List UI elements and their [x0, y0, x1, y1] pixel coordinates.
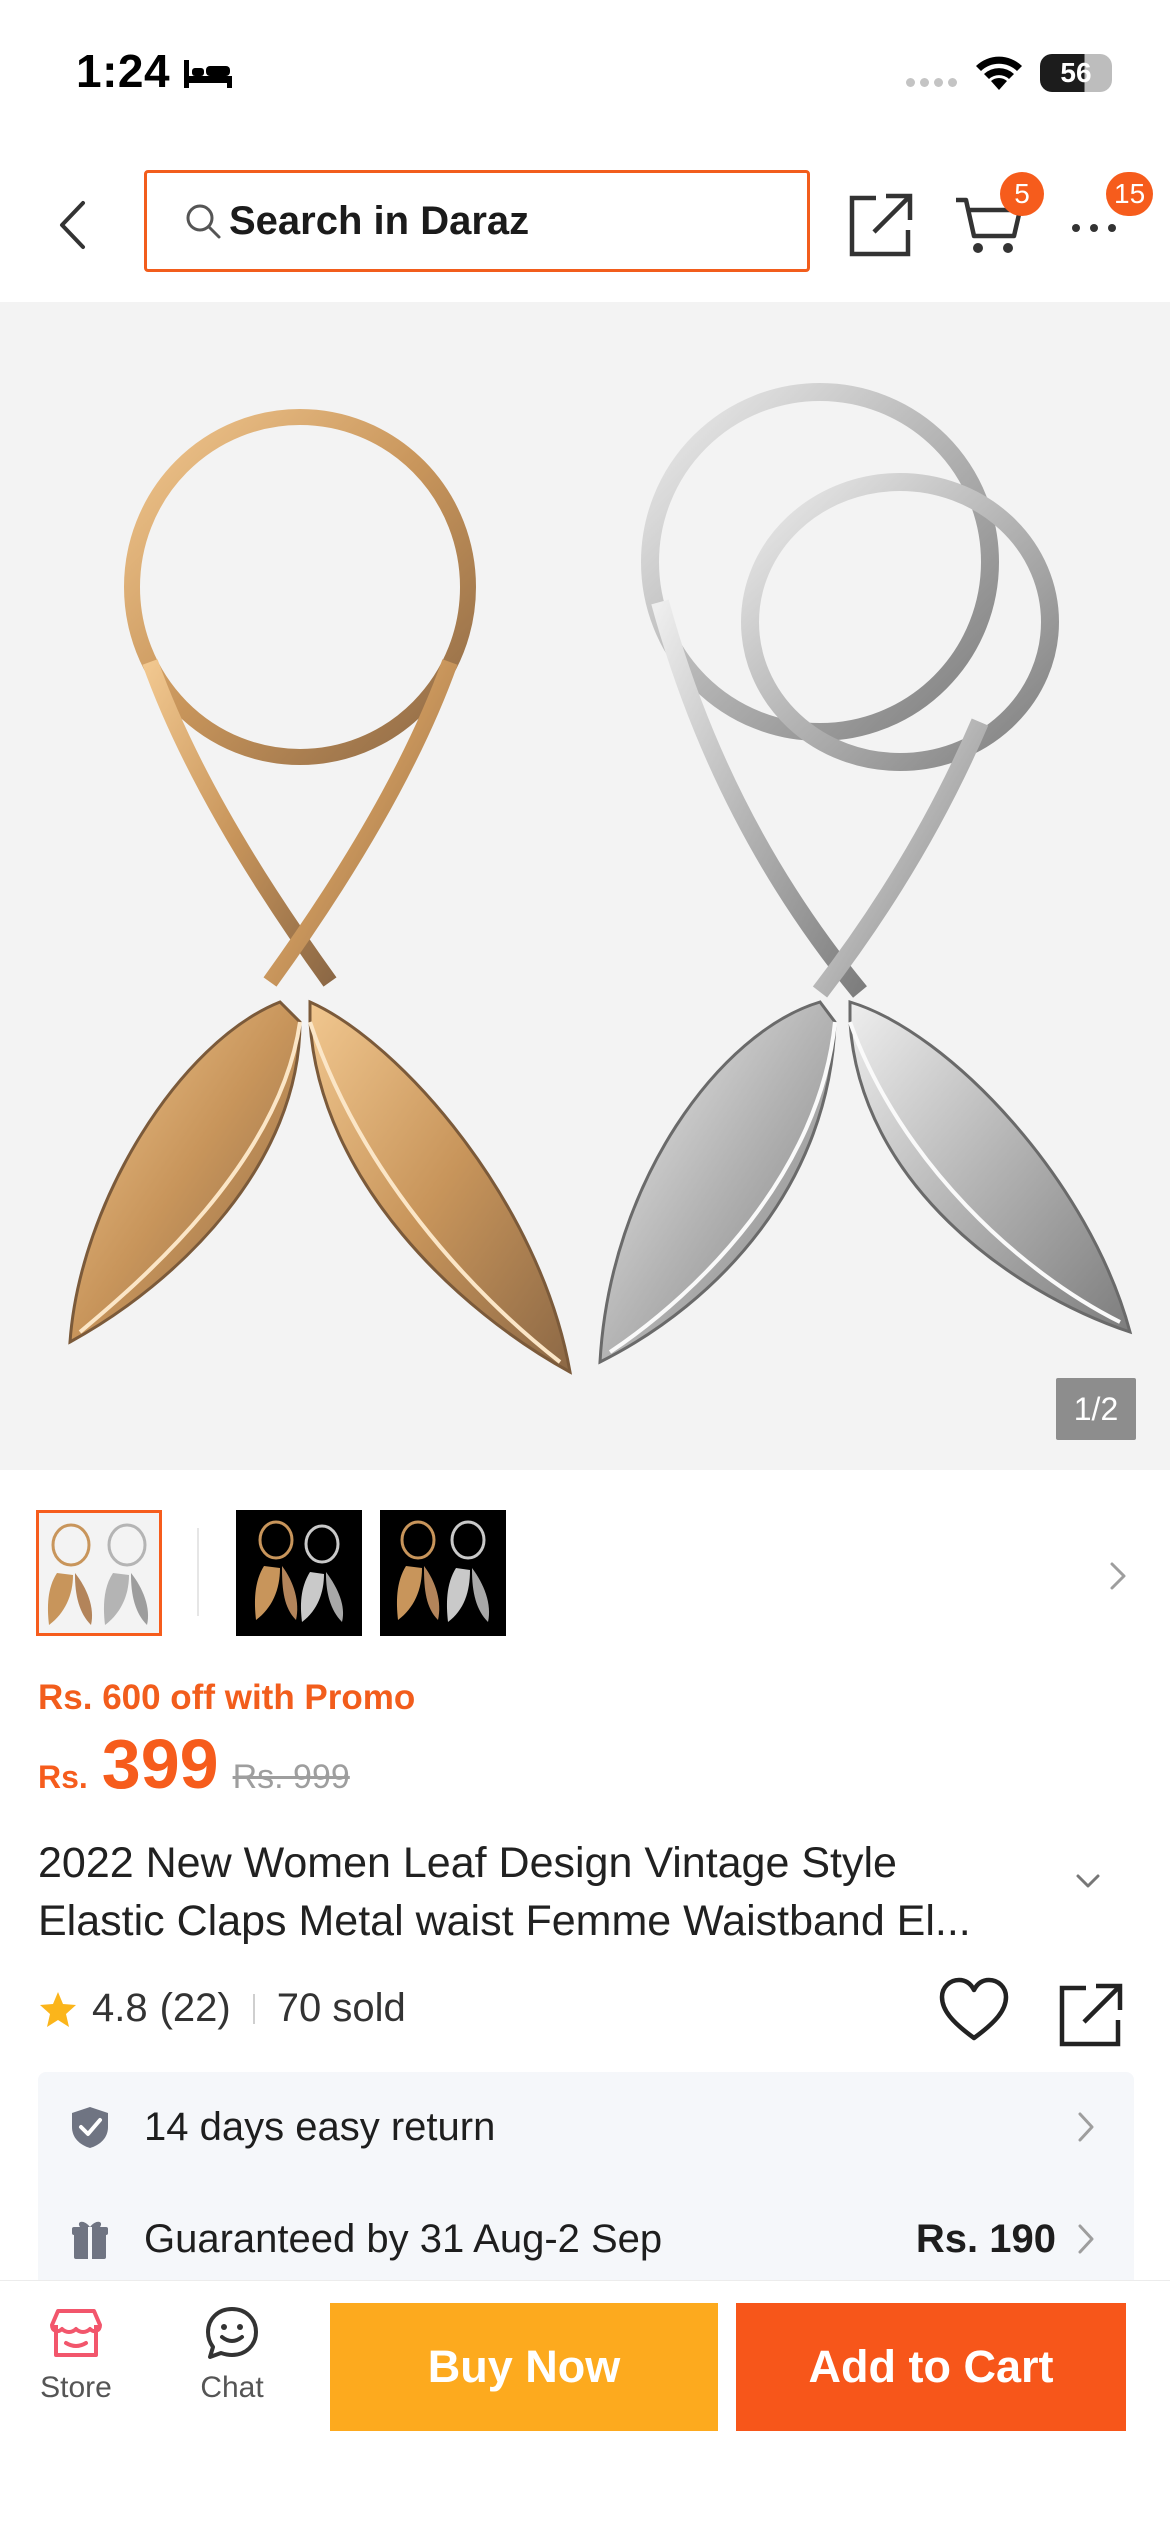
return-policy-label: 14 days easy return [144, 2104, 496, 2149]
product-image [68, 383, 1133, 1375]
cart-badge: 5 [1000, 172, 1044, 216]
buy-now-button[interactable]: Buy Now [330, 2303, 718, 2431]
delivery-guarantee-label: Guaranteed by 31 Aug-2 Sep [144, 2216, 663, 2261]
chevron-right-icon[interactable] [1104, 1556, 1132, 1596]
shield-check-icon [72, 2107, 108, 2148]
store-icon [50, 2309, 102, 2357]
store-label: Store [40, 2371, 112, 2404]
price-currency: Rs. [38, 1759, 88, 1795]
share-icon[interactable] [846, 188, 918, 260]
cellular-signal-icon [906, 78, 957, 87]
back-button[interactable] [48, 190, 96, 260]
gold-belt-shape [68, 409, 573, 1375]
add-to-cart-button[interactable]: Add to Cart [736, 2303, 1126, 2431]
current-price: 399 [101, 1725, 219, 1803]
chevron-left-icon [60, 201, 85, 249]
image-counter: 1/2 [1056, 1378, 1136, 1440]
store-button[interactable]: Store [16, 2303, 136, 2405]
promo-text: Rs. 600 off with Promo [38, 1678, 416, 1717]
sleep-focus-icon [184, 60, 232, 88]
service-info-panel: 14 days easy return Guaranteed by 31 Aug… [38, 2072, 1134, 2292]
thumbnail-1[interactable] [36, 1510, 162, 1636]
search-input[interactable]: Search in Daraz [144, 170, 810, 272]
status-time: 1:24 [76, 45, 171, 97]
share-icon[interactable] [1058, 1980, 1126, 2048]
chevron-right-icon [1078, 2112, 1094, 2142]
thumbnail-2[interactable] [236, 1510, 362, 1636]
search-placeholder: Search in Daraz [229, 198, 530, 243]
sold-count: 70 sold [276, 1986, 406, 2030]
rating-divider [252, 1993, 255, 2024]
product-title-line-2: Elastic Claps Metal waist Femme Waistban… [38, 1897, 971, 1945]
delivery-row[interactable]: Guaranteed by 31 Aug-2 Sep Rs. 190 [38, 2184, 1134, 2294]
silver-belt-shape [598, 383, 1133, 1365]
delivery-fee: Rs. 190 [915, 2216, 1056, 2261]
bottom-action-bar: Store Chat Buy Now Add to Cart [0, 2280, 1170, 2532]
heart-icon[interactable] [938, 1976, 1010, 2046]
search-icon [186, 204, 221, 239]
review-count: (22) [159, 1986, 231, 2030]
rating-score: 4.8 [92, 1986, 148, 2030]
thumbnail-strip [0, 1502, 1170, 1638]
chevron-down-icon[interactable] [1072, 1868, 1104, 1894]
return-policy-row[interactable]: 14 days easy return [38, 2072, 1134, 2182]
product-title-line-1: 2022 New Women Leaf Design Vintage Style [38, 1839, 897, 1887]
original-price: Rs. 999 [232, 1758, 350, 1796]
chat-button[interactable]: Chat [172, 2303, 292, 2405]
chevron-right-icon [1078, 2224, 1094, 2254]
battery-icon: 56 [1040, 54, 1112, 92]
rating-row[interactable]: 4.8 (22) 70 sold [38, 1986, 406, 2031]
product-image-gallery[interactable]: 1/2 [0, 302, 1170, 1470]
thumbnail-divider [197, 1528, 199, 1616]
wifi-icon [976, 56, 1022, 90]
gift-box-icon [72, 2221, 108, 2259]
notification-badge: 15 [1106, 172, 1154, 216]
product-title[interactable]: 2022 New Women Leaf Design Vintage Style… [38, 1834, 1038, 1950]
chat-label: Chat [200, 2371, 264, 2404]
star-icon [40, 1991, 76, 2027]
price-row: Rs. 399 Rs. 999 [38, 1724, 350, 1804]
top-navigation: Search in Daraz 5 15 [0, 150, 1170, 300]
thumbnail-3[interactable] [380, 1510, 506, 1636]
status-bar: 1:24 56 [0, 0, 1170, 150]
chat-icon [206, 2307, 258, 2359]
